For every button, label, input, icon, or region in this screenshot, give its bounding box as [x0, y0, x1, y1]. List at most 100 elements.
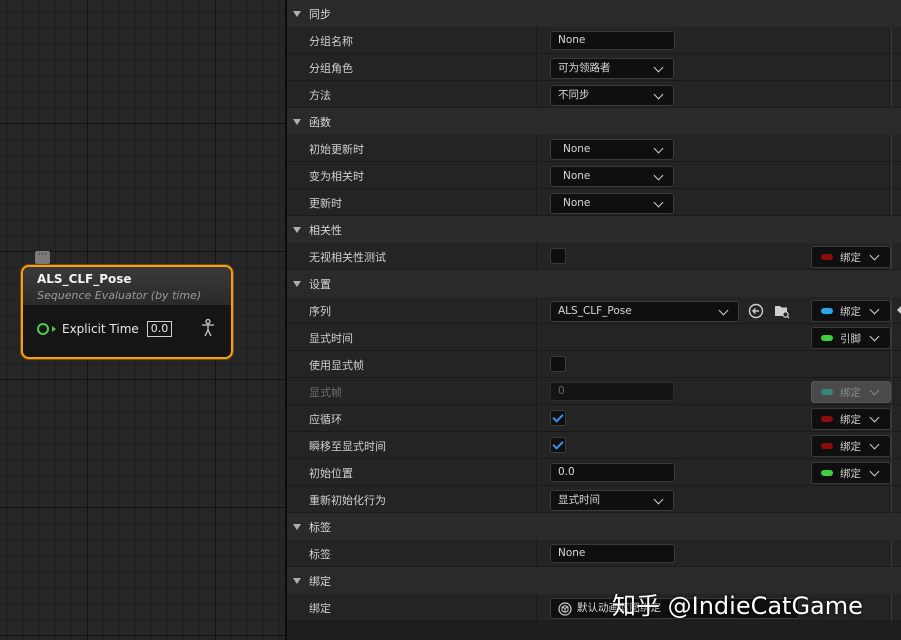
bind-label: 绑定 [840, 468, 861, 480]
bind-label: 绑定 [840, 306, 861, 318]
pin-value-input[interactable]: 0.0 [146, 321, 173, 337]
checkmark-icon [552, 411, 564, 423]
group-role-dropdown[interactable]: 可为领路者 [550, 58, 674, 79]
prop-explicit-time: 显式时间 引脚 [287, 324, 901, 351]
prop-use-explicit-frame: 使用显式帧 [287, 351, 901, 378]
dropdown-value: None [563, 170, 591, 182]
prop-label: 应循环 [309, 413, 342, 426]
category-functions[interactable]: 函数 [287, 108, 901, 135]
prop-label: 序列 [309, 305, 331, 318]
prop-label: 绑定 [309, 602, 331, 615]
prop-update: 更新时 None [287, 189, 901, 216]
collapse-arrow-icon[interactable] [293, 227, 301, 233]
bind-swatch [821, 254, 833, 260]
prop-reinit-behavior: 重新初始化行为 显式时间 [287, 486, 901, 513]
bind-swatch [821, 470, 833, 476]
category-label: 相关性 [309, 224, 342, 237]
use-explicit-frame-checkbox[interactable] [550, 356, 566, 372]
chevron-down-icon [653, 143, 664, 154]
prop-ignore-relevancy: 无视相关性测试 绑定 [287, 243, 901, 270]
category-sync[interactable]: 同步 [287, 0, 901, 27]
chevron-down-icon [869, 466, 880, 477]
sequence-asset-dropdown[interactable]: ALS_CLF_Pose [550, 301, 739, 322]
prop-become-relevant: 变为相关时 None [287, 162, 901, 189]
browse-folder-icon[interactable] [774, 303, 790, 319]
cube-icon [558, 602, 572, 616]
category-label: 标签 [309, 521, 331, 534]
bind-button[interactable]: 绑定 [811, 246, 891, 268]
start-position-input[interactable]: 0.0 [550, 463, 675, 482]
dropdown-value: 显式时间 [558, 494, 600, 506]
comment-bubble-icon[interactable]: ··· [35, 251, 50, 264]
reset-arrow-icon[interactable] [897, 306, 901, 314]
prop-teleport: 瞬移至显式时间 绑定 [287, 432, 901, 459]
tag-input[interactable]: None [550, 544, 675, 563]
explicit-time-pin[interactable]: Explicit Time 0.0 [37, 321, 173, 337]
prop-initial-update: 初始更新时 None [287, 135, 901, 162]
category-relevance[interactable]: 相关性 [287, 216, 901, 243]
bind-button[interactable]: 绑定 [811, 435, 891, 457]
collapse-arrow-icon[interactable] [293, 119, 301, 125]
prop-label: 变为相关时 [309, 170, 364, 183]
pin-arrow-icon [52, 326, 56, 332]
dropdown-value: None [563, 143, 591, 155]
category-label: 函数 [309, 116, 331, 129]
bind-label: 绑定 [840, 387, 861, 399]
teleport-checkbox[interactable] [550, 437, 566, 453]
prop-label: 使用显式帧 [309, 359, 364, 372]
bind-button[interactable]: 绑定 [811, 300, 891, 322]
explicit-frame-input: 0 [550, 382, 674, 401]
bind-swatch [821, 335, 833, 341]
initial-update-dropdown[interactable]: None [550, 139, 674, 160]
node-subtitle: Sequence Evaluator (by time) [37, 289, 202, 302]
watermark: 知乎 @IndieCatGame [612, 592, 863, 620]
chevron-down-icon [653, 89, 664, 100]
collapse-arrow-icon[interactable] [293, 11, 301, 17]
category-label: 设置 [309, 278, 331, 291]
ignore-relevancy-checkbox[interactable] [550, 248, 566, 264]
panel-footer [287, 621, 901, 640]
category-label: 绑定 [309, 575, 331, 588]
bind-button[interactable]: 绑定 [811, 408, 891, 430]
pin-button[interactable]: 引脚 [811, 327, 891, 349]
method-dropdown[interactable]: 不同步 [550, 85, 674, 106]
bind-label: 绑定 [840, 441, 861, 453]
chevron-down-icon [653, 170, 664, 181]
group-name-input[interactable]: None [550, 31, 675, 50]
chevron-down-icon [869, 385, 880, 396]
update-dropdown[interactable]: None [550, 193, 674, 214]
bind-label: 绑定 [840, 414, 861, 426]
collapse-arrow-icon[interactable] [293, 524, 301, 530]
checkmark-icon [552, 438, 564, 450]
pin-connector-icon[interactable] [37, 323, 49, 335]
dropdown-value: 可为领路者 [558, 62, 611, 74]
dropdown-value: 不同步 [558, 89, 590, 101]
collapse-arrow-icon[interactable] [293, 281, 301, 287]
bind-swatch [821, 443, 833, 449]
prop-label: 分组名称 [309, 35, 353, 48]
chevron-down-icon [653, 197, 664, 208]
prop-label: 初始更新时 [309, 143, 364, 156]
node-header: ALS_CLF_Pose Sequence Evaluator (by time… [23, 267, 231, 305]
bind-button[interactable]: 绑定 [811, 462, 891, 484]
prop-method: 方法 不同步 [287, 81, 901, 108]
prop-label: 显式帧 [309, 386, 342, 399]
prop-group-role: 分组角色 可为领路者 [287, 54, 901, 81]
details-panel: 同步 分组名称 None 分组角色 可为领路者 方法 不同步 函数 初始更新时 … [287, 0, 901, 640]
prop-label: 分组角色 [309, 62, 353, 75]
category-settings[interactable]: 设置 [287, 270, 901, 297]
collapse-arrow-icon[interactable] [293, 578, 301, 584]
chevron-down-icon [653, 494, 664, 505]
use-selected-asset-icon[interactable] [748, 303, 764, 319]
prop-group-name: 分组名称 None [287, 27, 901, 54]
reinit-dropdown[interactable]: 显式时间 [550, 490, 674, 511]
graph-canvas[interactable]: ··· ALS_CLF_Pose Sequence Evaluator (by … [0, 0, 285, 640]
bind-label: 引脚 [840, 333, 861, 345]
category-tags[interactable]: 标签 [287, 513, 901, 540]
sequence-evaluator-node[interactable]: ALS_CLF_Pose Sequence Evaluator (by time… [21, 265, 233, 359]
category-label: 同步 [309, 8, 331, 21]
prop-start-position: 初始位置 0.0 绑定 [287, 459, 901, 486]
should-loop-checkbox[interactable] [550, 410, 566, 426]
become-relevant-dropdown[interactable]: None [550, 166, 674, 187]
prop-label: 标签 [309, 548, 331, 561]
